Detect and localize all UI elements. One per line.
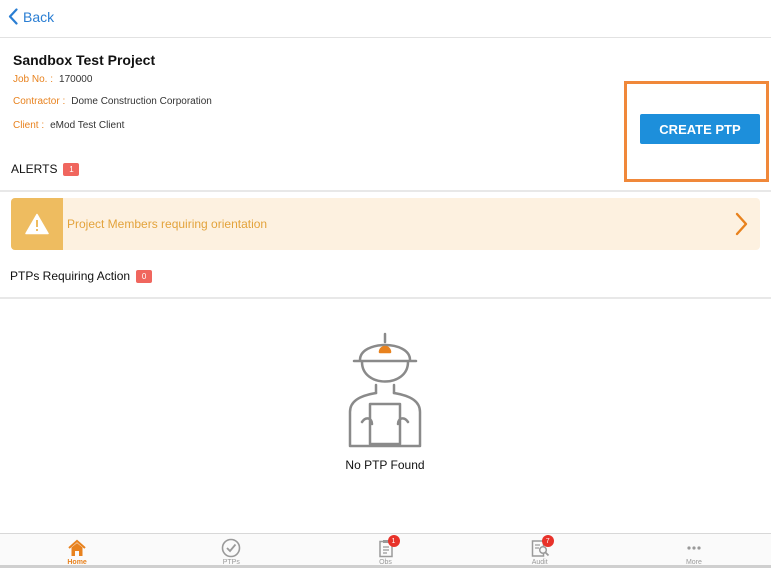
section-divider [0,190,771,192]
create-ptp-button[interactable]: CREATE PTP [640,114,760,144]
project-info: Sandbox Test Project Job No. : 170000 Co… [13,52,613,131]
back-button[interactable]: Back [8,8,54,25]
alert-text: Project Members requiring orientation [67,217,268,231]
back-label: Back [23,8,55,25]
app-root: Back Sandbox Test Project Job No. : 1700… [0,0,771,568]
client-row: Client : eMod Test Client [13,120,613,131]
tab-home[interactable]: Home [0,534,154,568]
alerts-label: ALERTS [11,162,58,176]
alert-card-orientation[interactable]: Project Members requiring orientation [11,198,760,250]
empty-state: No PTP Found [330,330,440,472]
ptps-requiring-action-badge: 0 [136,269,153,283]
warning-icon [25,213,49,235]
section-divider [0,297,771,299]
contractor-value: Dome Construction Corporation [71,96,212,107]
tab-ptps[interactable]: PTPs [154,534,308,568]
client-label: Client : [13,120,45,131]
chevron-left-icon [8,8,18,25]
alert-icon-box [11,198,63,250]
project-title: Sandbox Test Project [13,52,156,68]
audit-badge: 7 [541,535,554,547]
client-value: eMod Test Client [50,120,125,131]
more-dots-icon [687,546,701,550]
contractor-row: Contractor : Dome Construction Corporati… [13,96,613,107]
job-number-value: 170000 [59,74,93,85]
alerts-header: ALERTS 1 [11,162,80,176]
chevron-right-icon [735,212,748,236]
tab-bar: Home PTPs 1 Obs 7 Audit More [0,533,771,568]
empty-state-text: No PTP Found [345,458,425,472]
alerts-count-badge: 1 [63,162,80,176]
obs-badge: 1 [387,535,400,547]
tab-audit[interactable]: 7 Audit [463,534,617,568]
tab-obs[interactable]: 1 Obs [308,534,462,568]
ptps-requiring-action-header: PTPs Requiring Action 0 [10,269,153,283]
contractor-label: Contractor : [13,96,66,107]
tab-icon-wrap: 1 [376,535,400,558]
nav-bar: Back [0,0,771,38]
tab-icon-wrap: 7 [530,535,554,558]
tab-more[interactable]: More [617,534,771,568]
home-icon [68,539,86,556]
check-circle-icon [221,538,241,558]
construction-worker-icon [348,332,422,448]
ptps-requiring-action-label: PTPs Requiring Action [10,269,131,283]
job-number-row: Job No. : 170000 [13,74,613,85]
job-number-label: Job No. : [13,74,54,85]
